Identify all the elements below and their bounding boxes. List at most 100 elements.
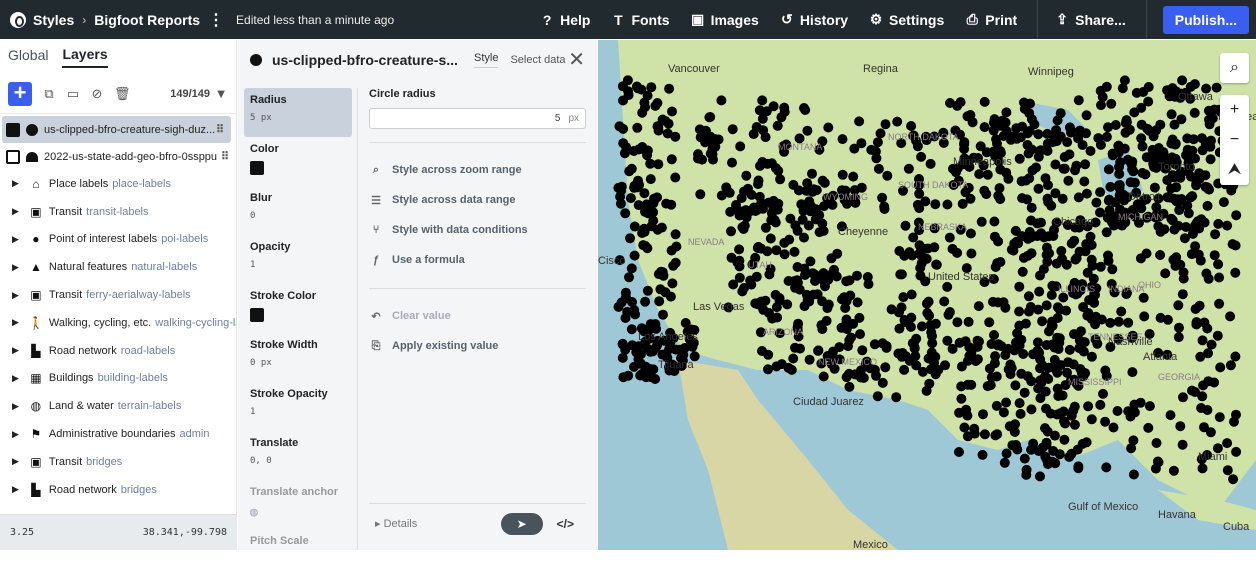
drag-handle-icon[interactable]: ⠿ [216, 123, 224, 136]
radius-input[interactable]: 5 px [369, 108, 586, 129]
sighting-point [783, 362, 794, 373]
apply-existing-option[interactable]: ⎘ Apply existing value [369, 331, 586, 361]
expand-icon[interactable]: ▶ [12, 206, 19, 217]
sighting-point [1019, 387, 1030, 398]
visibility-checkbox[interactable] [6, 122, 20, 137]
layer-group[interactable]: ▶ ⌂ Place labels place-labels [0, 170, 236, 198]
styles-breadcrumb[interactable]: Styles [33, 12, 74, 28]
visibility-checkbox[interactable] [6, 149, 20, 164]
close-icon[interactable]: ✕ [568, 50, 585, 70]
clear-value-option[interactable]: ↶ Clear value [369, 301, 586, 331]
expand-icon[interactable]: ▶ [12, 456, 19, 467]
property-item[interactable]: Opacity 1 [244, 235, 352, 284]
property-item[interactable]: Stroke Color [244, 284, 352, 333]
expand-icon[interactable]: ▶ [12, 290, 19, 301]
layer-group[interactable]: ▶ ▦ Buildings building-labels [0, 365, 236, 393]
project-title[interactable]: Bigfoot Reports [94, 12, 200, 28]
layer-group[interactable]: ▶ ● Point of interest labels poi-labels [0, 226, 236, 254]
expand-icon[interactable]: ▶ [12, 484, 19, 495]
data-range-option[interactable]: ☰ Style across data range [369, 185, 586, 215]
print-button[interactable]: ⎙ Print [964, 11, 1018, 28]
expand-icon[interactable]: ▶ [12, 345, 19, 356]
zoom-range-option[interactable]: ⌕ Style across zoom range [369, 155, 586, 185]
layer-group[interactable]: ▶ ▣ Transit ferry-aerialway-labels [0, 281, 236, 309]
formula-option[interactable]: ƒ Use a formula [369, 245, 586, 275]
group-name: Road network [48, 483, 117, 496]
tab-style[interactable]: Style [474, 52, 499, 68]
property-item[interactable]: Pitch Scale [244, 529, 352, 578]
layer-group[interactable]: ▶ ▙ Road network bridges [0, 476, 236, 504]
sighting-point [1105, 317, 1116, 328]
tab-global[interactable]: Global [8, 47, 48, 67]
layer-group[interactable]: ▶ ▣ Transit bridges [0, 448, 236, 476]
property-item[interactable]: Color [244, 137, 352, 186]
layer-group[interactable]: ▶ ▙ Road network road-labels [0, 337, 236, 365]
details-toggle[interactable]: ▸ Details [375, 517, 417, 530]
tab-select-data[interactable]: Select data [510, 54, 565, 66]
layer-group[interactable]: ▶ ▣ Transit transit-labels [0, 198, 236, 226]
images-button[interactable]: ▣ Images [690, 11, 759, 28]
code-view-button[interactable]: </> [557, 517, 574, 531]
expand-icon[interactable]: ▶ [12, 429, 19, 440]
hide-icon[interactable]: ⊘ [90, 86, 104, 101]
sighting-point [1181, 222, 1191, 232]
help-button[interactable]: ? Help [539, 11, 591, 28]
fonts-button[interactable]: T Fonts [610, 12, 669, 28]
layer-group[interactable]: ▶ ◍ Land & water terrain-labels [0, 392, 236, 420]
layer-group[interactable]: ▶ 🚶 Walking, cycling, etc. walking-cycling-… [0, 309, 236, 337]
map-search-control[interactable]: ⌕ [1220, 53, 1249, 83]
property-item[interactable]: Stroke Opacity 1 [244, 382, 352, 431]
mapbox-logo-icon[interactable] [10, 11, 26, 28]
layer-title[interactable]: us-clipped-bfro-creature-s... [272, 52, 462, 68]
map-svg[interactable]: Vancouver Regina Winnipeg Ottawa Minneapolis… [598, 40, 1256, 550]
share-button[interactable]: ⇪ Share... [1054, 11, 1125, 28]
expand-icon[interactable]: ▶ [12, 401, 19, 412]
more-options-icon[interactable]: ⋮ [208, 10, 224, 30]
sighting-point [1033, 151, 1044, 162]
property-item[interactable]: Translate anchor ◍ [244, 480, 352, 529]
data-conditions-option[interactable]: ⑂ Style with data conditions [369, 215, 586, 245]
sighting-point [963, 316, 974, 327]
expand-icon[interactable]: ▶ [12, 234, 19, 245]
publish-button[interactable]: Publish... [1162, 5, 1249, 34]
layer-group[interactable]: ▶ ⚑ Administrative boundaries admin [0, 420, 236, 448]
property-item[interactable]: Blur 0 [244, 186, 352, 235]
color-swatch[interactable] [250, 308, 264, 322]
layer-item[interactable]: 2022-us-state-add-geo-bfro-0ssppu ⠿ [0, 143, 236, 170]
sighting-point [670, 172, 681, 183]
natural-icon: ▲ [29, 260, 42, 275]
duplicate-icon[interactable]: ⧉ [42, 86, 56, 101]
sighting-point [1152, 456, 1163, 467]
sighting-point [1138, 87, 1149, 97]
property-item[interactable]: Translate 0, 0 [244, 431, 352, 480]
zoom-in-button[interactable]: + [1220, 95, 1249, 125]
history-button[interactable]: ↺ History [779, 11, 848, 28]
compass-button[interactable]: ⮝ [1220, 155, 1249, 185]
filter-icon[interactable]: ▼ [214, 86, 228, 101]
layer-group[interactable]: ▶ ▲ Natural features natural-labels [0, 253, 236, 281]
help-icon: ? [542, 11, 552, 28]
expand-icon[interactable]: ▶ [12, 373, 19, 384]
add-layer-button[interactable]: + [8, 81, 32, 106]
map-label: ILLINOIS [1058, 284, 1095, 294]
layer-item[interactable]: us-clipped-bfro-creature-sigh-duz... ⠿ [2, 116, 231, 143]
sighting-point [649, 193, 659, 204]
sighting-point [944, 232, 955, 243]
trash-icon[interactable]: 🗑 [114, 86, 131, 101]
sighting-point [892, 116, 903, 127]
expand-icon[interactable]: ▶ [12, 178, 19, 189]
expand-icon[interactable]: ▶ [12, 317, 19, 328]
pointer-mode-button[interactable]: ➤ [500, 512, 543, 535]
expand-icon[interactable]: ▶ [12, 262, 19, 273]
zoom-out-button[interactable]: − [1220, 125, 1249, 155]
property-item[interactable]: Radius 5 px [244, 88, 352, 137]
settings-button[interactable]: ⚙ Settings [868, 11, 945, 28]
property-item[interactable]: Stroke Width 0 px [244, 333, 352, 382]
folder-icon[interactable]: ▭ [66, 86, 80, 101]
color-swatch[interactable] [250, 161, 264, 175]
drag-handle-icon[interactable]: ⠿ [221, 150, 229, 163]
sighting-point [1052, 409, 1063, 420]
tab-layers[interactable]: Layers [62, 46, 108, 68]
map-canvas[interactable]: Vancouver Regina Winnipeg Ottawa Minneapolis… [598, 40, 1256, 550]
search-icon[interactable]: ⌕ [1220, 53, 1249, 83]
